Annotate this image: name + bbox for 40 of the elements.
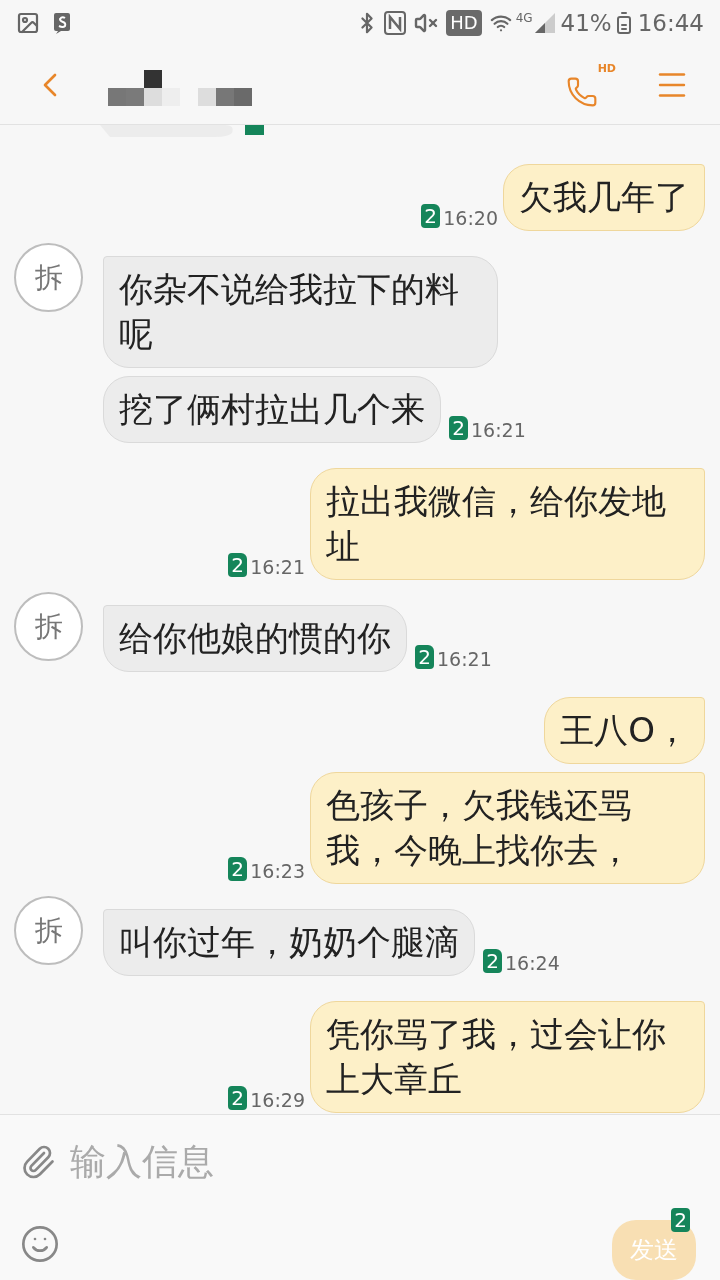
- received-message: 给你他娘的惯的你: [103, 605, 407, 672]
- gallery-icon: [16, 11, 40, 35]
- message-time: 16:24: [505, 954, 560, 973]
- sim-badge: 2: [228, 553, 248, 577]
- contact-avatar[interactable]: 拆: [14, 896, 83, 965]
- sim-badge: 2: [415, 645, 434, 669]
- hd-badge: HD: [446, 10, 482, 36]
- message-time: 16:21: [437, 650, 492, 669]
- sent-message: 色孩子，欠我钱还骂我，今晚上找你去，: [310, 772, 705, 884]
- sim-badge: 2: [671, 1208, 690, 1232]
- call-button[interactable]: HD: [566, 62, 616, 108]
- received-message: 叫你过年，奶奶个腿滴: [103, 909, 475, 976]
- clock: 16:44: [637, 8, 704, 38]
- signal-icon: [534, 13, 555, 33]
- attach-icon[interactable]: [20, 1143, 56, 1180]
- battery-percent: 41%: [560, 8, 612, 38]
- sim-badge: 2: [449, 416, 468, 440]
- message-time: 16:21: [250, 558, 305, 577]
- network-type: 4G: [515, 10, 533, 27]
- message-input[interactable]: 输入信息: [70, 1134, 700, 1189]
- sent-message: 欠我几年了: [503, 164, 705, 231]
- message-time: 16:23: [250, 862, 305, 881]
- received-message: 挖了俩村拉出几个来: [103, 376, 441, 443]
- mute-icon: [414, 11, 439, 35]
- sim-badge: 2: [483, 949, 502, 973]
- sent-message: 王八O，: [544, 697, 705, 764]
- nfc-icon: [384, 11, 407, 35]
- phone-icon: [566, 76, 598, 108]
- sim-badge: 2: [228, 857, 248, 881]
- received-message: 你杂不说给我拉下的料呢: [103, 256, 498, 368]
- sent-message: 凭你骂了我，过会让你上大章丘: [310, 1001, 705, 1113]
- sim-badge: 2: [421, 204, 441, 228]
- emoji-icon[interactable]: [20, 1224, 60, 1264]
- message-time: 16:21: [471, 421, 526, 440]
- sim-badge: 2: [228, 1086, 248, 1110]
- message-time: 16:29: [250, 1091, 305, 1110]
- contact-avatar[interactable]: 拆: [14, 592, 83, 661]
- sent-message: 拉出我微信，给你发地址: [310, 468, 705, 580]
- contact-avatar[interactable]: 拆: [14, 243, 83, 312]
- message-time: 16:20: [443, 209, 498, 228]
